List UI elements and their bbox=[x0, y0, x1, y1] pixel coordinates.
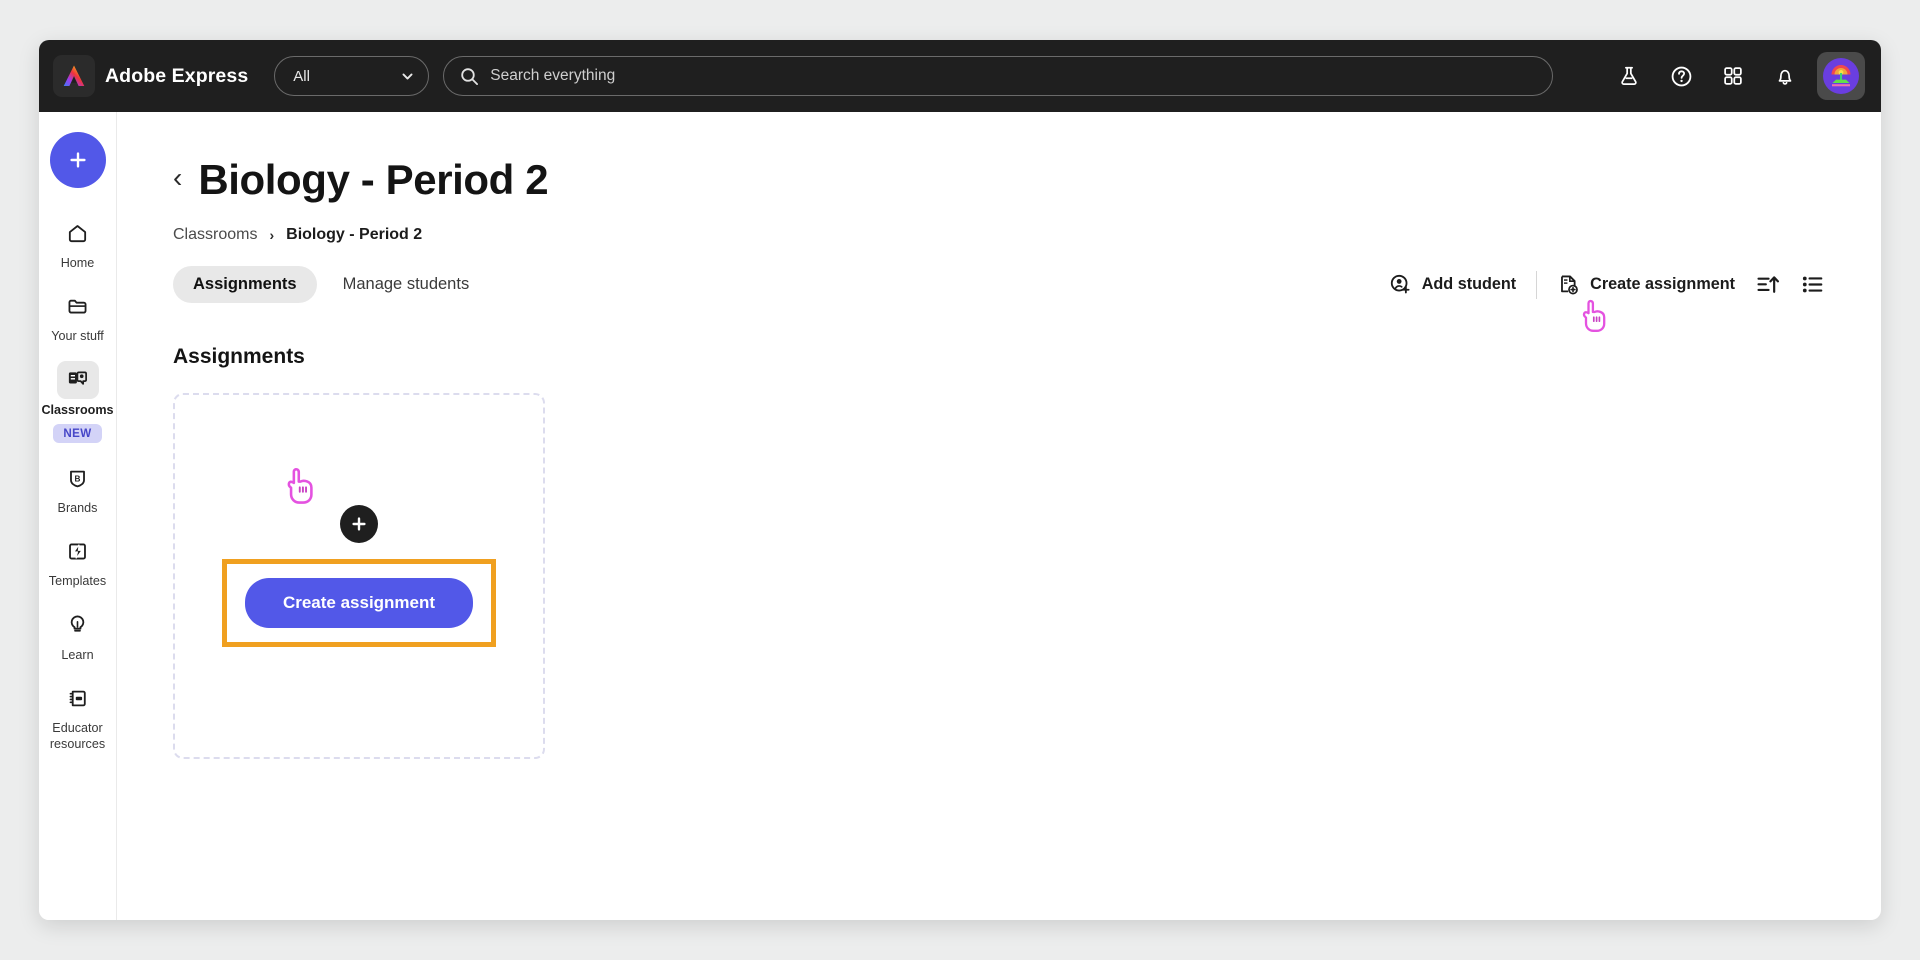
title-row: ‹ Biology - Period 2 bbox=[173, 156, 1825, 204]
sidebar: Home Your stuff Classrooms NEW B Brands … bbox=[39, 112, 117, 920]
apps-grid-glyph bbox=[1724, 67, 1742, 85]
create-new-button[interactable] bbox=[49, 132, 106, 188]
sidebar-item-label: Brands bbox=[57, 501, 98, 516]
flask-icon[interactable] bbox=[1607, 54, 1651, 98]
sidebar-item-classrooms[interactable]: Classrooms NEW bbox=[39, 360, 117, 444]
content-filter-select[interactable]: All bbox=[274, 56, 430, 96]
plus-icon bbox=[69, 152, 86, 168]
sidebar-item-brands[interactable]: B Brands bbox=[39, 459, 117, 516]
sidebar-item-educator-resources[interactable]: Educator resources bbox=[39, 679, 117, 752]
flask-glyph bbox=[1621, 66, 1637, 85]
home-glyph bbox=[68, 224, 87, 242]
sidebar-item-your-stuff[interactable]: Your stuff bbox=[39, 287, 117, 344]
add-student-button[interactable]: Add student bbox=[1389, 273, 1516, 296]
list-view-icon bbox=[1802, 276, 1823, 293]
adobe-express-logo[interactable] bbox=[53, 55, 95, 97]
templates-icon bbox=[57, 532, 99, 570]
classrooms-glyph bbox=[68, 371, 87, 385]
home-icon bbox=[57, 214, 99, 252]
avatar-image bbox=[1823, 58, 1859, 94]
breadcrumb-root[interactable]: Classrooms bbox=[173, 226, 257, 244]
bell-glyph bbox=[1778, 69, 1792, 85]
sidebar-item-label: Classrooms bbox=[41, 402, 114, 417]
status-badge: NEW bbox=[53, 424, 102, 444]
highlight-box: Create assignment bbox=[221, 467, 497, 647]
tab-bar: Assignments Manage students Add student bbox=[173, 266, 1825, 332]
breadcrumb-current: Biology - Period 2 bbox=[286, 226, 423, 243]
help-icon[interactable] bbox=[1659, 54, 1703, 98]
notebook-icon bbox=[57, 679, 99, 717]
top-bar-actions bbox=[1583, 52, 1865, 100]
search-icon bbox=[461, 67, 479, 85]
folder-glyph bbox=[68, 299, 87, 314]
sidebar-item-home[interactable]: Home bbox=[39, 214, 117, 271]
body: Home Your stuff Classrooms NEW B Brands … bbox=[39, 112, 1881, 920]
search-bar[interactable]: Search everything bbox=[443, 56, 1554, 96]
main-content: ‹ Biology - Period 2 Classrooms › Biolog… bbox=[117, 112, 1881, 920]
top-bar: Adobe Express All Search everything bbox=[39, 40, 1881, 112]
page-title: Biology - Period 2 bbox=[198, 156, 549, 203]
sidebar-item-label: Home bbox=[60, 256, 95, 270]
view-toggle-button[interactable] bbox=[1800, 272, 1825, 297]
sort-ascending-icon bbox=[1757, 276, 1780, 293]
svg-text:B: B bbox=[75, 474, 81, 483]
chevron-right-icon: › bbox=[269, 227, 275, 243]
notebook-glyph bbox=[69, 690, 86, 706]
content-filter-value: All bbox=[293, 67, 310, 85]
sort-button[interactable] bbox=[1755, 272, 1780, 297]
sidebar-item-label: Your stuff bbox=[51, 329, 104, 344]
app-window: Adobe Express All Search everything Home… bbox=[39, 40, 1881, 920]
sidebar-item-label: Educator resources bbox=[49, 721, 106, 751]
add-student-icon bbox=[1390, 274, 1410, 294]
section-title: Assignments bbox=[173, 345, 305, 368]
search-input[interactable]: Search everything bbox=[490, 67, 615, 85]
chevron-left-icon[interactable]: ‹ bbox=[173, 164, 182, 196]
add-assignment-plus-button[interactable] bbox=[340, 505, 378, 543]
lightbulb-glyph bbox=[70, 615, 85, 632]
action-divider bbox=[1536, 270, 1538, 299]
create-assignment-toolbar-button[interactable]: Create assignment bbox=[1557, 273, 1735, 332]
create-assignment-toolbar-label: Create assignment bbox=[1590, 275, 1735, 293]
cursor-pointer-hand-icon bbox=[287, 467, 313, 504]
create-assignment-button[interactable]: Create assignment bbox=[244, 578, 474, 628]
brand-shield-icon: B bbox=[57, 459, 99, 497]
lightbulb-icon bbox=[57, 606, 99, 644]
sidebar-item-label: Learn bbox=[61, 647, 94, 662]
chevron-down-icon bbox=[402, 73, 413, 79]
bell-icon[interactable] bbox=[1763, 54, 1807, 98]
plus-icon bbox=[352, 517, 366, 531]
adobe-express-logo-icon bbox=[63, 65, 85, 86]
brand-name: Adobe Express bbox=[105, 64, 249, 87]
apps-grid-icon[interactable] bbox=[1711, 54, 1755, 98]
brand-shield-glyph: B bbox=[70, 470, 85, 487]
templates-glyph bbox=[69, 543, 86, 560]
cursor-pointer-hand-icon bbox=[1583, 299, 1606, 332]
add-student-label: Add student bbox=[1421, 275, 1517, 293]
tab-assignments[interactable]: Assignments bbox=[173, 266, 317, 303]
page-actions: Add student Create assignment bbox=[1389, 270, 1825, 332]
sidebar-item-templates[interactable]: Templates bbox=[39, 532, 117, 589]
create-assignment-icon bbox=[1561, 275, 1579, 295]
help-glyph bbox=[1671, 66, 1691, 86]
tab-manage-students[interactable]: Manage students bbox=[323, 266, 490, 303]
avatar[interactable] bbox=[1817, 52, 1865, 100]
empty-assignment-card[interactable]: Create assignment bbox=[173, 393, 545, 759]
sidebar-item-label: Templates bbox=[48, 574, 107, 589]
classrooms-icon bbox=[56, 360, 99, 399]
avatar-glyph bbox=[1824, 59, 1858, 93]
sidebar-item-learn[interactable]: Learn bbox=[39, 606, 117, 663]
folder-icon bbox=[57, 287, 99, 325]
breadcrumb: Classrooms › Biology - Period 2 bbox=[173, 226, 1825, 244]
